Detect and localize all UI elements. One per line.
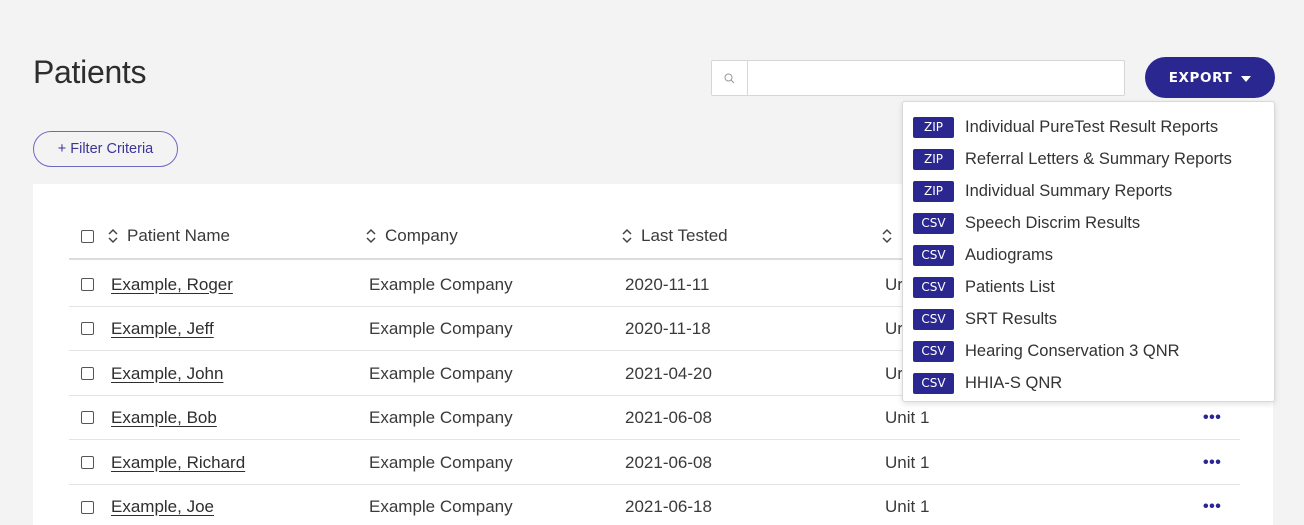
column-header-label: Patient Name	[127, 226, 230, 245]
patient-name-link[interactable]: Example, John	[111, 364, 223, 384]
menu-item-label: HHIA-S QNR	[965, 373, 1063, 392]
filter-criteria-button[interactable]: + Filter Criteria	[33, 131, 178, 167]
csv-badge: CSV	[913, 308, 954, 330]
export-menu-item-referral-letters[interactable]: ZIP Referral Letters & Summary Reports	[903, 143, 1274, 175]
menu-item-label: Hearing Conservation 3 QNR	[965, 341, 1180, 360]
column-header-label: Company	[385, 226, 458, 245]
menu-item-label: SRT Results	[965, 309, 1058, 328]
page-title: Patients	[33, 54, 147, 90]
row-checkbox[interactable]	[81, 456, 94, 469]
patient-name-link[interactable]: Example, Roger	[111, 275, 233, 295]
patient-name-link[interactable]: Example, Bob	[111, 408, 217, 428]
location-cell: Ur	[885, 363, 903, 383]
export-menu-item-individual-puretest[interactable]: ZIP Individual PureTest Result Reports	[903, 111, 1274, 143]
location-cell: Unit 1	[885, 452, 930, 472]
table-row: Example, Bob Example Company 2021-06-08 …	[69, 396, 1240, 440]
export-button-label: EXPORT	[1168, 69, 1233, 86]
last-tested-cell: 2021-06-18	[625, 497, 712, 516]
export-menu-item-srt-results[interactable]: CSV SRT Results	[903, 303, 1274, 335]
column-header-label: Last Tested	[641, 226, 728, 245]
export-menu-item-patients-list[interactable]: CSV Patients List	[903, 271, 1274, 303]
menu-item-label: Referral Letters & Summary Reports	[965, 149, 1232, 168]
export-menu-item-individual-summary[interactable]: ZIP Individual Summary Reports	[903, 175, 1274, 207]
column-header-company[interactable]: Company	[365, 226, 458, 246]
zip-badge: ZIP	[913, 116, 954, 138]
company-cell: Example Company	[369, 363, 513, 383]
more-horizontal-icon[interactable]: •••	[1203, 499, 1221, 515]
row-checkbox[interactable]	[81, 367, 94, 380]
location-cell: Ur	[885, 318, 903, 338]
last-tested-cell: 2021-06-08	[625, 407, 712, 427]
location-cell: Unit 1	[885, 407, 930, 427]
menu-item-label: Patients List	[965, 277, 1055, 296]
patient-name-link[interactable]: Example, Richard	[111, 453, 245, 473]
menu-item-label: Individual Summary Reports	[965, 181, 1173, 200]
table-row: Example, Richard Example Company 2021-06…	[69, 441, 1240, 485]
export-dropdown-menu: ZIP Individual PureTest Result Reports Z…	[902, 101, 1275, 402]
export-menu-item-hhia-s[interactable]: CSV HHIA-S QNR	[903, 367, 1274, 399]
sort-icon	[366, 228, 376, 244]
sort-icon	[108, 228, 118, 244]
export-menu-item-audiograms[interactable]: CSV Audiograms	[903, 239, 1274, 271]
csv-badge: CSV	[913, 340, 954, 362]
csv-badge: CSV	[913, 212, 954, 234]
sort-icon	[622, 228, 632, 244]
menu-item-label: Speech Discrim Results	[965, 213, 1141, 232]
menu-item-label: Individual PureTest Result Reports	[965, 117, 1219, 136]
csv-badge: CSV	[913, 372, 954, 394]
patient-name-link[interactable]: Example, Jeff	[111, 319, 214, 339]
last-tested-cell: 2021-06-08	[625, 452, 712, 472]
company-cell: Example Company	[369, 407, 513, 427]
sort-icon	[882, 228, 892, 244]
patients-page: Patients EXPORT + Filter Criteria Patien…	[0, 0, 1304, 525]
row-checkbox[interactable]	[81, 411, 94, 424]
zip-badge: ZIP	[913, 148, 954, 170]
column-header-patient-name[interactable]: Patient Name	[107, 226, 230, 246]
last-tested-cell: 2020-11-11	[625, 274, 710, 294]
csv-badge: CSV	[913, 276, 954, 298]
location-cell: Ur	[885, 274, 903, 294]
row-checkbox[interactable]	[81, 500, 94, 514]
patient-name-link[interactable]: Example, Joe	[111, 497, 214, 517]
company-cell: Example Company	[369, 452, 513, 472]
search-icon	[712, 61, 748, 95]
menu-item-label: Audiograms	[965, 245, 1054, 264]
select-all-checkbox[interactable]	[81, 229, 94, 243]
search-box[interactable]	[711, 60, 1125, 96]
last-tested-cell: 2021-04-20	[625, 363, 712, 383]
table-row: Example, Joe Example Company 2021-06-18 …	[69, 485, 1240, 525]
row-checkbox[interactable]	[81, 322, 94, 335]
caret-down-icon	[1241, 75, 1252, 82]
export-button[interactable]: EXPORT	[1145, 57, 1275, 98]
zip-badge: ZIP	[913, 180, 954, 202]
column-header-last-tested[interactable]: Last Tested	[621, 226, 728, 246]
column-header-location[interactable]	[881, 228, 901, 244]
csv-badge: CSV	[913, 244, 954, 266]
more-horizontal-icon[interactable]: •••	[1203, 454, 1221, 470]
more-horizontal-icon[interactable]: •••	[1203, 409, 1221, 425]
export-menu-item-speech-discrim[interactable]: CSV Speech Discrim Results	[903, 207, 1274, 239]
company-cell: Example Company	[369, 318, 513, 338]
company-cell: Example Company	[369, 274, 513, 294]
location-cell: Unit 1	[885, 497, 930, 516]
last-tested-cell: 2020-11-18	[625, 318, 711, 338]
export-menu-item-hearing-conservation[interactable]: CSV Hearing Conservation 3 QNR	[903, 335, 1274, 367]
search-input[interactable]	[748, 61, 1124, 95]
company-cell: Example Company	[369, 497, 513, 516]
row-checkbox[interactable]	[81, 278, 94, 291]
